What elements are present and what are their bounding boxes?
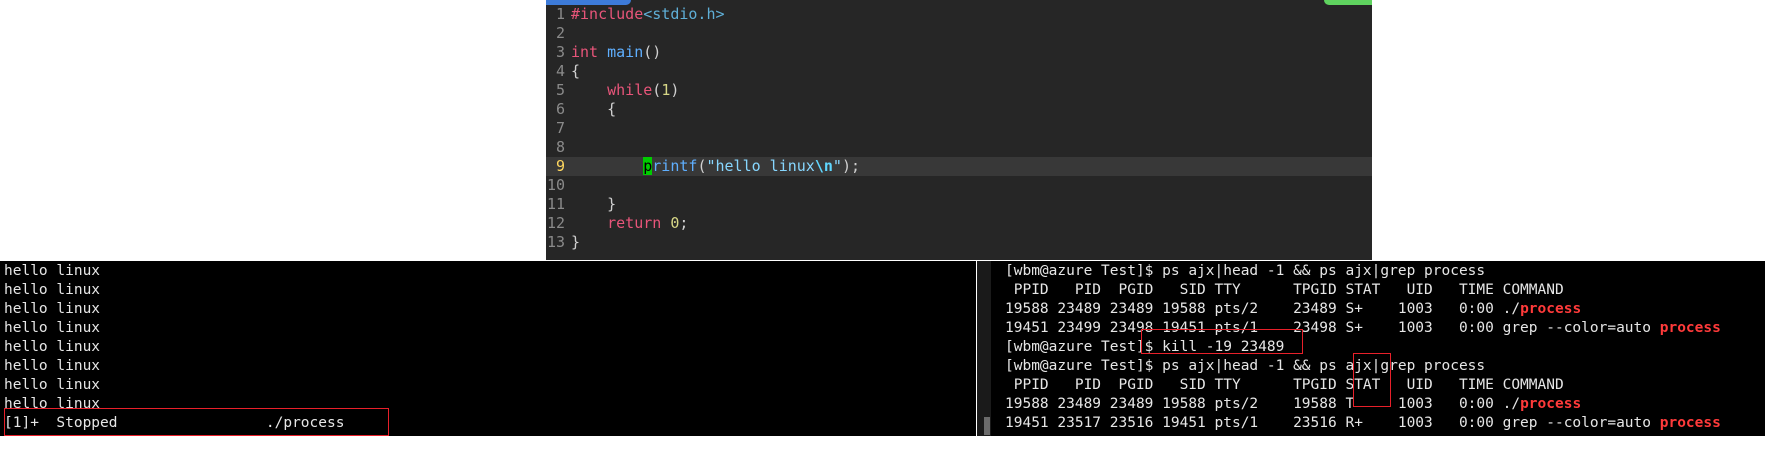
code-token: main: [607, 43, 644, 61]
code-text: }: [571, 195, 616, 213]
terminal-line: hello linux: [4, 339, 101, 355]
code-line[interactable]: 1 #include<stdio.h>: [546, 5, 1372, 24]
terminal-text: PPID PID PGID SID TTY TPGID STAT UID TIM…: [1005, 282, 1564, 298]
code-line[interactable]: 10: [546, 176, 1372, 195]
line-number: 6: [555, 100, 565, 118]
terminal-text: 19451 23517 23516 19451 pts/1 23516 R+ 1…: [1005, 415, 1660, 431]
code-token: ): [670, 81, 680, 99]
terminal-line: [wbm@azure Test]$ kill -19 23489: [1005, 338, 1284, 357]
line-number: 2: [555, 24, 565, 42]
line-number: 5: [555, 81, 565, 99]
code-line[interactable]: 11 }: [546, 195, 1372, 214]
code-token: return: [607, 214, 662, 232]
code-text: int main(): [571, 43, 661, 61]
terminal-line: PPID PID PGID SID TTY TPGID STAT UID TIM…: [1005, 376, 1564, 395]
code-token: {: [571, 62, 581, 80]
code-token: }: [571, 195, 617, 213]
code-token: \n: [814, 157, 833, 175]
code-token: );: [841, 157, 860, 175]
text-cursor: p: [643, 157, 653, 175]
line-number: 7: [555, 119, 565, 137]
code-line[interactable]: 8: [546, 138, 1372, 157]
terminal-line: hello linux: [4, 377, 101, 393]
code-token: ;: [679, 214, 689, 232]
code-token: }: [571, 233, 581, 251]
code-token: while: [607, 81, 653, 99]
terminal-line: hello linux: [4, 396, 101, 412]
terminal-line: 19451 23517 23516 19451 pts/1 23516 R+ 1…: [1005, 414, 1721, 433]
terminal-text: [wbm@azure Test]$ ps ajx|head -1 && ps a…: [1005, 358, 1486, 374]
code-line[interactable]: 5 while(1): [546, 81, 1372, 100]
line-number: 4: [555, 62, 565, 80]
left-terminal[interactable]: hello linux hello linux hello linux hello l…: [0, 261, 976, 436]
line-number: 9: [555, 157, 565, 175]
code-token: #include: [571, 5, 644, 23]
code-token: <stdio.h>: [643, 5, 725, 23]
terminal-line: hello linux: [4, 263, 101, 279]
code-token: ": [832, 157, 842, 175]
right-terminal[interactable]: [wbm@azure Test]$ ps ajx|head -1 && ps a…: [977, 261, 1765, 436]
code-line[interactable]: 12 return 0;: [546, 214, 1372, 233]
line-number: 11: [546, 195, 565, 213]
code-token: "hello linux: [706, 157, 815, 175]
code-line[interactable]: 3 int main(): [546, 43, 1372, 62]
terminal-text: [wbm@azure Test]$ ps ajx|head -1 && ps a…: [1005, 263, 1486, 279]
terminal-line: [1]+ Stopped ./process: [4, 415, 345, 431]
line-number: 3: [555, 43, 565, 61]
terminal-line: 19588 23489 23489 19588 pts/2 19588 T 10…: [1005, 395, 1581, 414]
line-number: 8: [555, 138, 565, 156]
grep-match: process: [1659, 320, 1721, 336]
line-number: 13: [546, 233, 565, 251]
code-text: {: [571, 62, 580, 80]
grep-match: process: [1659, 415, 1721, 431]
line-number: 10: [546, 176, 565, 194]
terminal-scrollbar[interactable]: [977, 261, 991, 436]
terminal-line: hello linux: [4, 320, 101, 336]
code-token: (: [652, 81, 662, 99]
terminal-text: [wbm@azure Test]$ kill -19 23489: [1005, 339, 1285, 355]
code-token: rintf: [652, 157, 698, 175]
code-token: int: [571, 43, 599, 61]
terminal-line: 19451 23499 23498 19451 pts/1 23498 S+ 1…: [1005, 319, 1721, 338]
terminal-text: PPID PID PGID SID TTY TPGID STAT UID TIM…: [1005, 377, 1564, 393]
code-text: #include<stdio.h>: [571, 5, 725, 23]
code-line[interactable]: 7: [546, 119, 1372, 138]
terminal-text: 19588 23489 23489 19588 pts/2 19588 T 10…: [1005, 396, 1521, 412]
code-line[interactable]: 13}: [546, 233, 1372, 252]
line-number: 12: [546, 214, 565, 232]
terminal-line: hello linux: [4, 282, 101, 298]
scrollbar-thumb[interactable]: [984, 417, 990, 435]
terminal-line: hello linux: [4, 358, 101, 374]
vim-editor-pane[interactable]: 1 #include<stdio.h> 2 3 int main() 4{5 while(…: [546, 0, 1372, 260]
terminal-text: 19588 23489 23489 19588 pts/2 23489 S+ 1…: [1005, 301, 1521, 317]
terminal-line: hello linux: [4, 301, 101, 317]
terminal-line: [wbm@azure Test]$ ps ajx|head -1 && ps a…: [1005, 357, 1485, 376]
terminal-line: [wbm@azure Test]$ ps ajx|head -1 && ps a…: [1005, 262, 1485, 281]
code-line[interactable]: 9 printf("hello linux\n");: [546, 157, 1372, 176]
terminal-line: 19588 23489 23489 19588 pts/2 23489 S+ 1…: [1005, 300, 1581, 319]
terminal-line: PPID PID PGID SID TTY TPGID STAT UID TIM…: [1005, 281, 1564, 300]
code-token: {: [571, 100, 617, 118]
code-token: 1: [661, 81, 671, 99]
line-number: 1: [555, 5, 565, 23]
code-token: (): [643, 43, 662, 61]
code-text: while(1): [571, 81, 679, 99]
code-line[interactable]: 2: [546, 24, 1372, 43]
code-text: }: [571, 233, 580, 251]
code-text: {: [571, 100, 616, 118]
code-line[interactable]: 4{: [546, 62, 1372, 81]
window-bottom-edge: [0, 436, 1765, 451]
terminal-text: 19451 23499 23498 19451 pts/1 23498 S+ 1…: [1005, 320, 1660, 336]
code-text: return 0;: [571, 214, 688, 232]
code-text: printf("hello linux\n");: [571, 157, 860, 175]
code-line[interactable]: 6 {: [546, 100, 1372, 119]
grep-match: process: [1520, 396, 1582, 412]
grep-match: process: [1520, 301, 1582, 317]
